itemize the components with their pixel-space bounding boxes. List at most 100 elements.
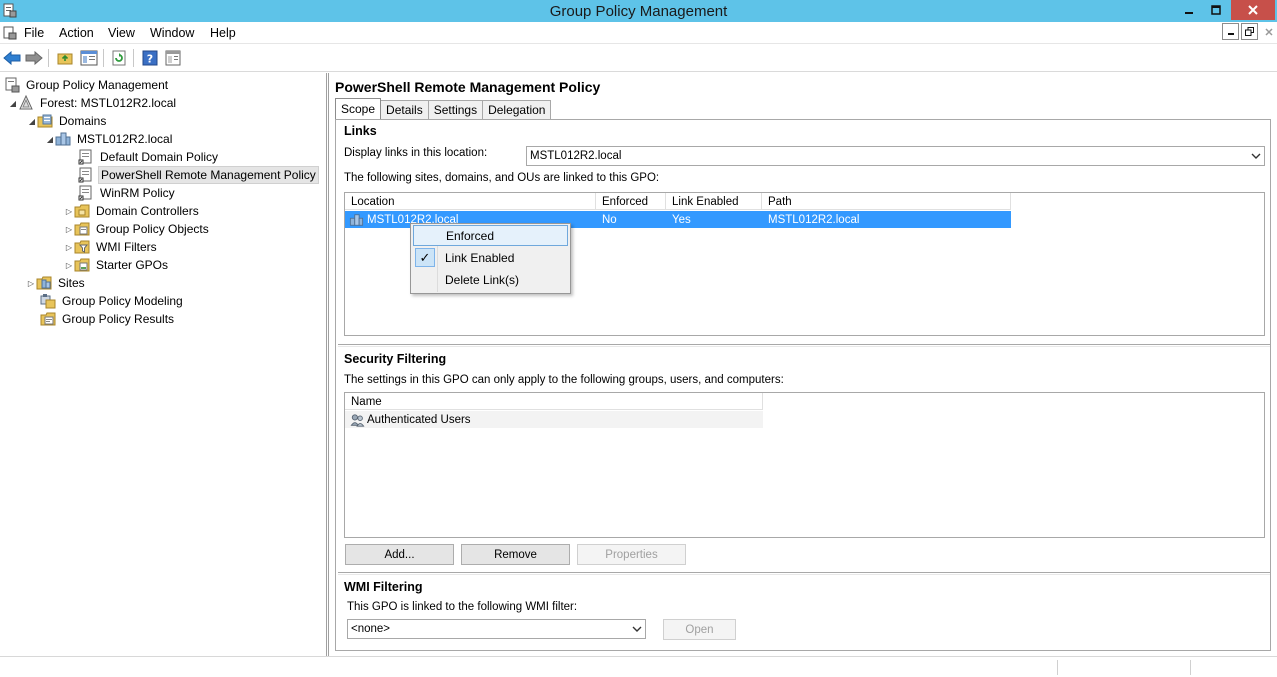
restore-button[interactable] (1203, 0, 1229, 20)
mdi-minimize-button[interactable] (1222, 23, 1239, 40)
tree-item-group-policy-modeling[interactable]: Group Policy Modeling (40, 292, 185, 310)
section-splitter[interactable] (338, 344, 1270, 347)
security-principal-name: Authenticated Users (367, 413, 471, 426)
starter-folder-icon (74, 258, 90, 272)
forward-button[interactable] (24, 48, 44, 68)
refresh-button[interactable] (109, 48, 129, 68)
gpo-link-icon (78, 149, 92, 165)
table-row[interactable]: Authenticated Users (345, 411, 763, 428)
tree-item-gpm-root[interactable]: Group Policy Management (4, 76, 170, 94)
tree-item-powershell-remote-management-policy[interactable]: PowerShell Remote Management Policy (78, 166, 319, 184)
restore-icon (1211, 5, 1221, 15)
mdi-restore-button[interactable] (1241, 23, 1258, 40)
collapse-arrow-icon[interactable]: ◢ (8, 99, 18, 108)
refresh-icon (112, 50, 126, 66)
security-filtering-heading: Security Filtering (344, 352, 447, 366)
close-icon (1248, 5, 1258, 15)
menu-action[interactable]: Action (59, 26, 94, 40)
menu-view[interactable]: View (108, 26, 135, 40)
gpo-link-icon (78, 167, 92, 183)
menu-item-enforced[interactable]: Enforced (413, 225, 568, 246)
console-tree: Group Policy Management ◢ Forest: MSTL01… (0, 73, 327, 656)
show-hide-tree-icon (80, 50, 98, 66)
expand-arrow-icon[interactable]: ▷ (64, 225, 74, 234)
mdi-document-icon[interactable] (3, 26, 17, 40)
tree-item-sites[interactable]: ▷ Sites (26, 274, 87, 292)
tab-details[interactable]: Details (380, 100, 429, 119)
back-button[interactable] (2, 48, 22, 68)
folder-up-icon (57, 53, 73, 65)
tree-item-label: WinRM Policy (100, 186, 175, 200)
tab-scope[interactable]: Scope (335, 98, 382, 119)
toolbar: ? (0, 44, 1277, 72)
tree-item-group-policy-results[interactable]: Group Policy Results (40, 310, 176, 328)
tree-item-domains[interactable]: ◢ Domains (27, 112, 108, 130)
column-link-enabled[interactable]: Link Enabled (666, 193, 762, 210)
display-links-value: MSTL012R2.local (530, 150, 622, 162)
menu-item-label: Link Enabled (445, 250, 515, 265)
menu-help[interactable]: Help (210, 26, 236, 40)
gpo-folder-icon (74, 222, 90, 236)
remove-button[interactable]: Remove (461, 544, 570, 565)
chevron-down-icon (1251, 153, 1261, 159)
wmi-filter-select[interactable]: <none> (347, 619, 646, 639)
tree-item-label: Domain Controllers (96, 204, 199, 218)
tab-strip: Scope Details Settings Delegation (335, 98, 552, 120)
display-links-location-select[interactable]: MSTL012R2.local (526, 146, 1265, 166)
minimize-icon (1227, 32, 1234, 35)
row-enforced: No (602, 213, 617, 226)
wmi-filter-value: <none> (351, 623, 391, 635)
collapse-arrow-icon[interactable]: ◢ (27, 117, 37, 126)
window-title: Group Policy Management (549, 3, 728, 20)
column-path[interactable]: Path (762, 193, 1011, 210)
tree-item-starter-gpos[interactable]: ▷ Starter GPOs (64, 256, 170, 274)
mdi-close-button[interactable] (1260, 23, 1277, 40)
close-button[interactable] (1231, 0, 1275, 20)
tree-item-domain-controllers[interactable]: ▷ Domain Controllers (64, 202, 201, 220)
tree-item-label: Group Policy Management (26, 78, 169, 92)
expand-arrow-icon[interactable]: ▷ (64, 207, 74, 216)
expand-arrow-icon[interactable]: ▷ (64, 261, 74, 270)
forward-arrow-icon (25, 51, 43, 65)
up-one-level-button[interactable] (55, 48, 75, 68)
tab-settings[interactable]: Settings (427, 100, 484, 119)
wmi-filtering-description: This GPO is linked to the following WMI … (347, 601, 578, 613)
menu-window[interactable]: Window (150, 26, 194, 40)
security-filtering-list[interactable]: Name Authenticated Users (344, 392, 1265, 538)
section-splitter[interactable] (338, 572, 1270, 575)
tab-delegation[interactable]: Delegation (482, 100, 552, 119)
tree-item-default-domain-policy[interactable]: Default Domain Policy (78, 148, 220, 166)
help-button[interactable]: ? (140, 48, 160, 68)
column-enforced[interactable]: Enforced (596, 193, 666, 210)
tree-item-label: Group Policy Modeling (62, 294, 183, 308)
properties-button[interactable] (163, 48, 183, 68)
tree-item-label: Starter GPOs (96, 258, 169, 272)
menu-item-link-enabled[interactable]: ✓ Link Enabled (413, 247, 568, 268)
security-filtering-description: The settings in this GPO can only apply … (344, 374, 784, 386)
column-location[interactable]: Location (345, 193, 596, 210)
menu-file[interactable]: File (24, 26, 44, 40)
collapse-arrow-icon[interactable]: ◢ (45, 135, 55, 144)
open-button[interactable]: Open (663, 619, 736, 640)
tree-item-domain-mstl012r2[interactable]: ◢ MSTL012R2.local (45, 130, 174, 148)
add-button[interactable]: Add... (345, 544, 454, 565)
links-description: The following sites, domains, and OUs ar… (344, 172, 660, 184)
mdi-window-controls (1222, 23, 1277, 40)
properties-button[interactable]: Properties (577, 544, 686, 565)
domain-icon (55, 132, 71, 146)
tree-item-group-policy-objects[interactable]: ▷ Group Policy Objects (64, 220, 211, 238)
tree-item-forest[interactable]: ◢ Forest: MSTL012R2.local (8, 94, 178, 112)
chevron-down-icon (632, 626, 642, 632)
forest-icon (19, 95, 33, 110)
column-name[interactable]: Name (345, 393, 763, 410)
svg-text:?: ? (147, 53, 153, 66)
tree-item-wmi-filters[interactable]: ▷ WMI Filters (64, 238, 159, 256)
tree-item-winrm-policy[interactable]: WinRM Policy (78, 184, 177, 202)
restore-icon (1245, 27, 1254, 36)
expand-arrow-icon[interactable]: ▷ (26, 279, 36, 288)
row-link-enabled: Yes (672, 213, 691, 226)
expand-arrow-icon[interactable]: ▷ (64, 243, 74, 252)
menu-item-delete-links[interactable]: Delete Link(s) (413, 269, 568, 290)
show-hide-tree-button[interactable] (79, 48, 99, 68)
minimize-button[interactable] (1176, 0, 1202, 20)
